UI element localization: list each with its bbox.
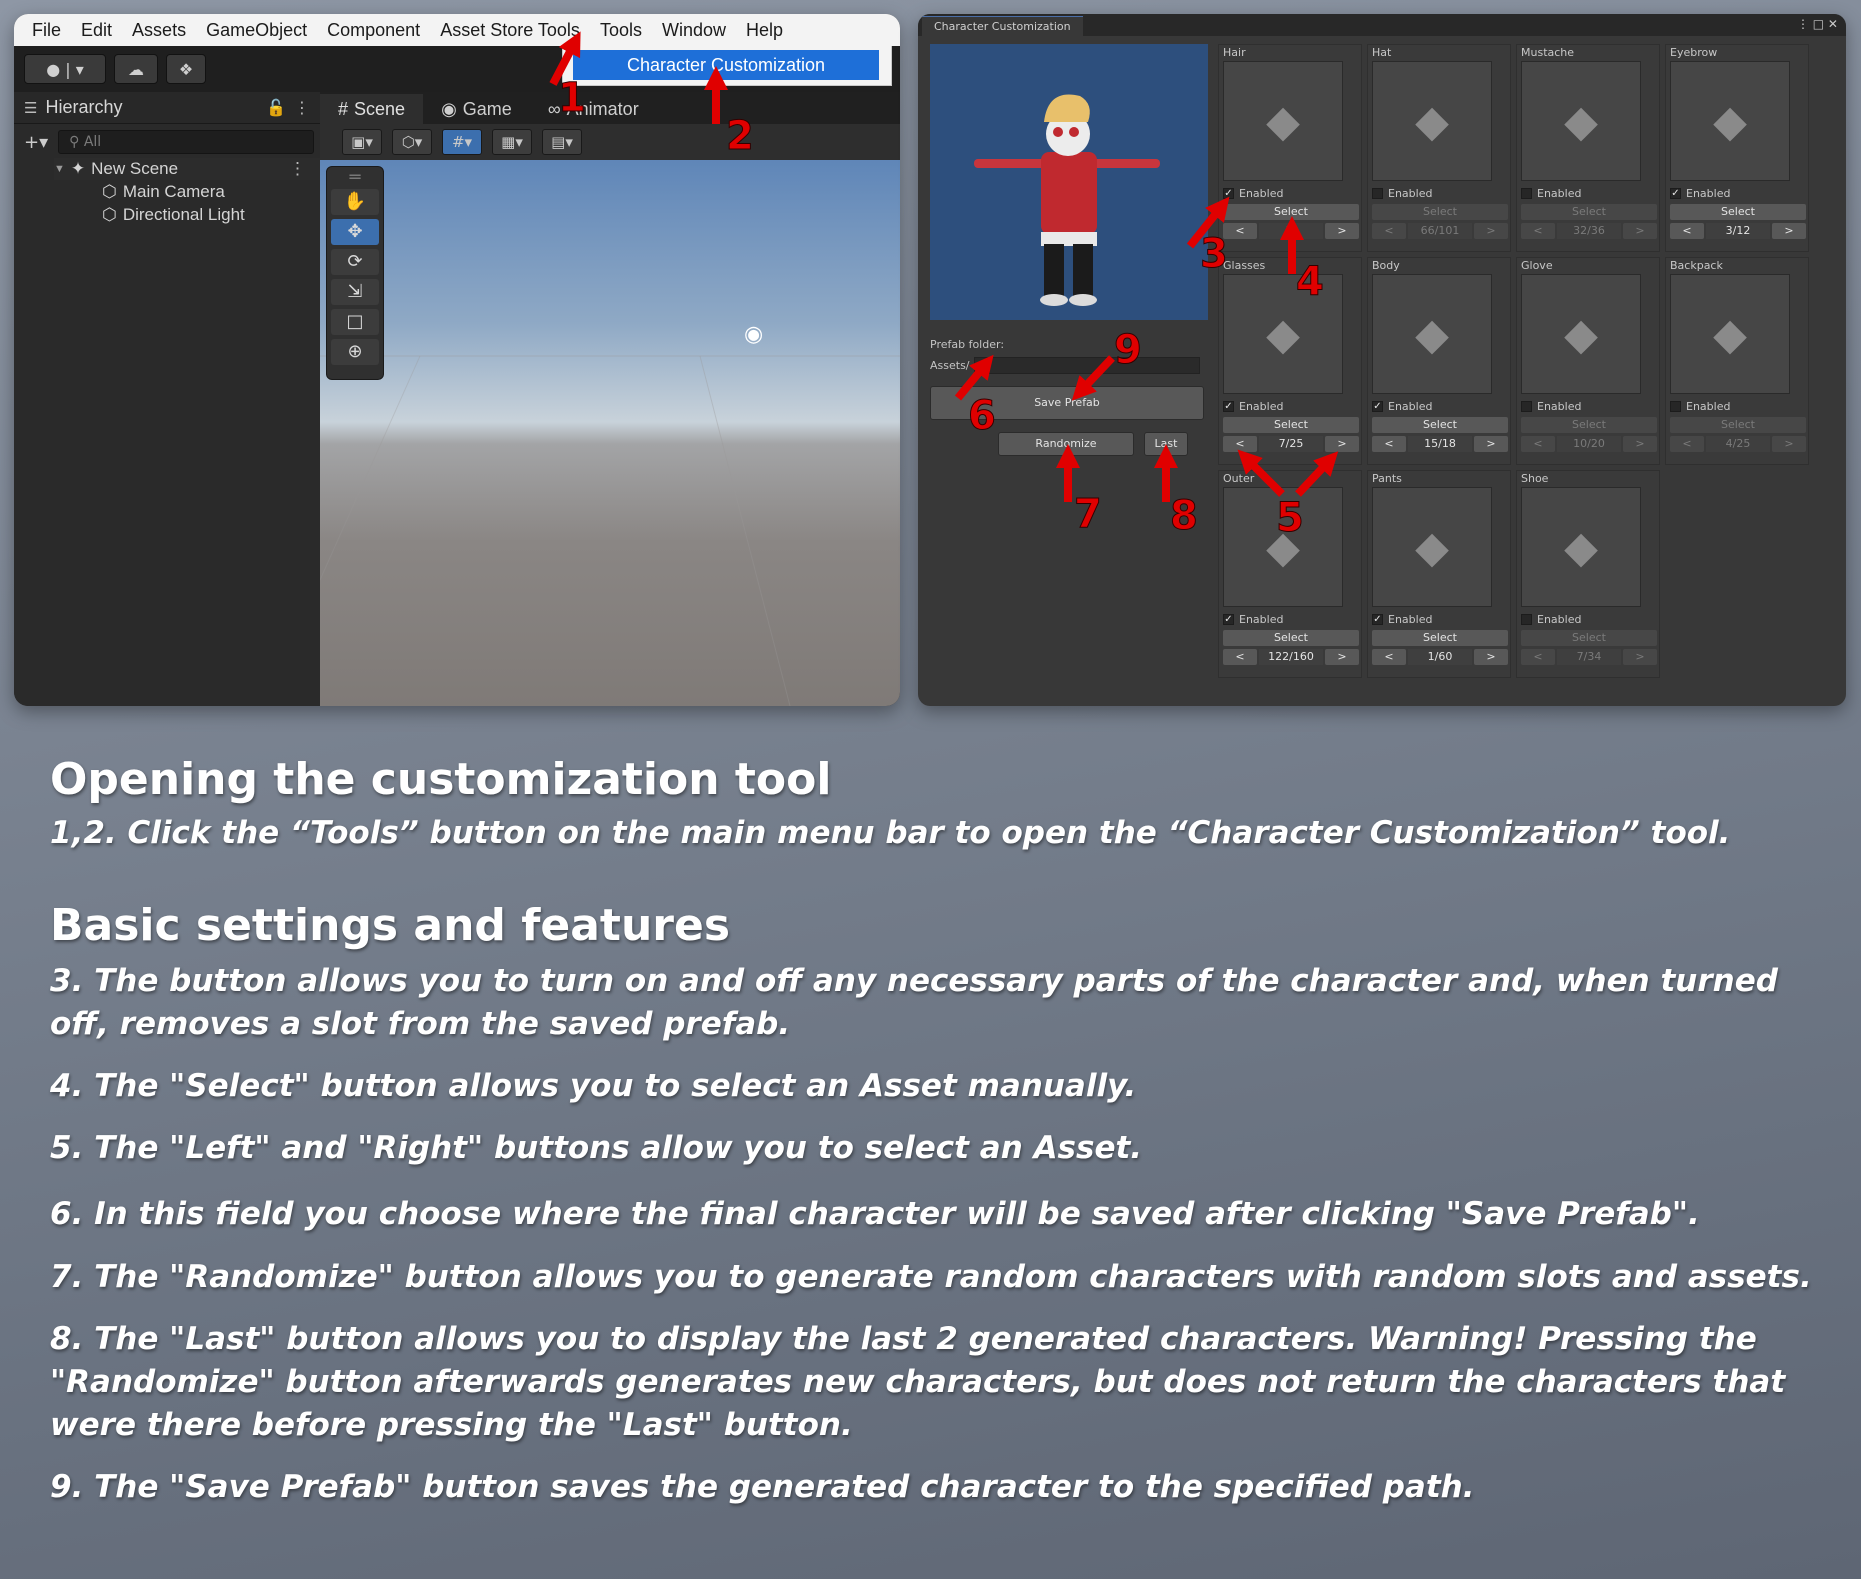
annotation-2: 2 [726,113,755,159]
annotation-4: 4 [1296,259,1325,305]
annotation-8: 8 [1170,493,1199,539]
heading-basic-settings: Basic settings and features [50,900,731,951]
step-8-text: 8. The "Last" button allows you to displ… [50,1321,1786,1443]
annotation-5: 5 [1276,495,1305,541]
step-1-2-text: 1,2. Click the “Tools” button on the mai… [50,815,1731,851]
arrow-5-right [1295,451,1339,497]
annotation-1: 1 [558,75,587,121]
step-7-text: 7. The "Randomize" button allows you to … [50,1259,1812,1295]
step-5-text: 5. The "Left" and "Right" buttons allow … [50,1130,1143,1166]
annotation-3: 3 [1200,231,1229,277]
step-6-text: 6. In this field you choose where the fi… [50,1196,1700,1232]
step-3-text: 3. The button allows you to turn on and … [50,963,1778,1042]
arrow-9 [1071,355,1115,401]
annotation-7: 7 [1074,491,1103,537]
annotation-arrows [549,31,1339,502]
step-9-text: 9. The "Save Prefab" button saves the ge… [50,1469,1475,1505]
step-4-text: 4. The "Select" button allows you to sel… [50,1068,1137,1104]
arrow-5-left [1237,449,1285,497]
heading-opening-tool: Opening the customization tool [50,754,832,805]
annotation-9: 9 [1114,327,1143,373]
annotation-6: 6 [968,393,997,439]
